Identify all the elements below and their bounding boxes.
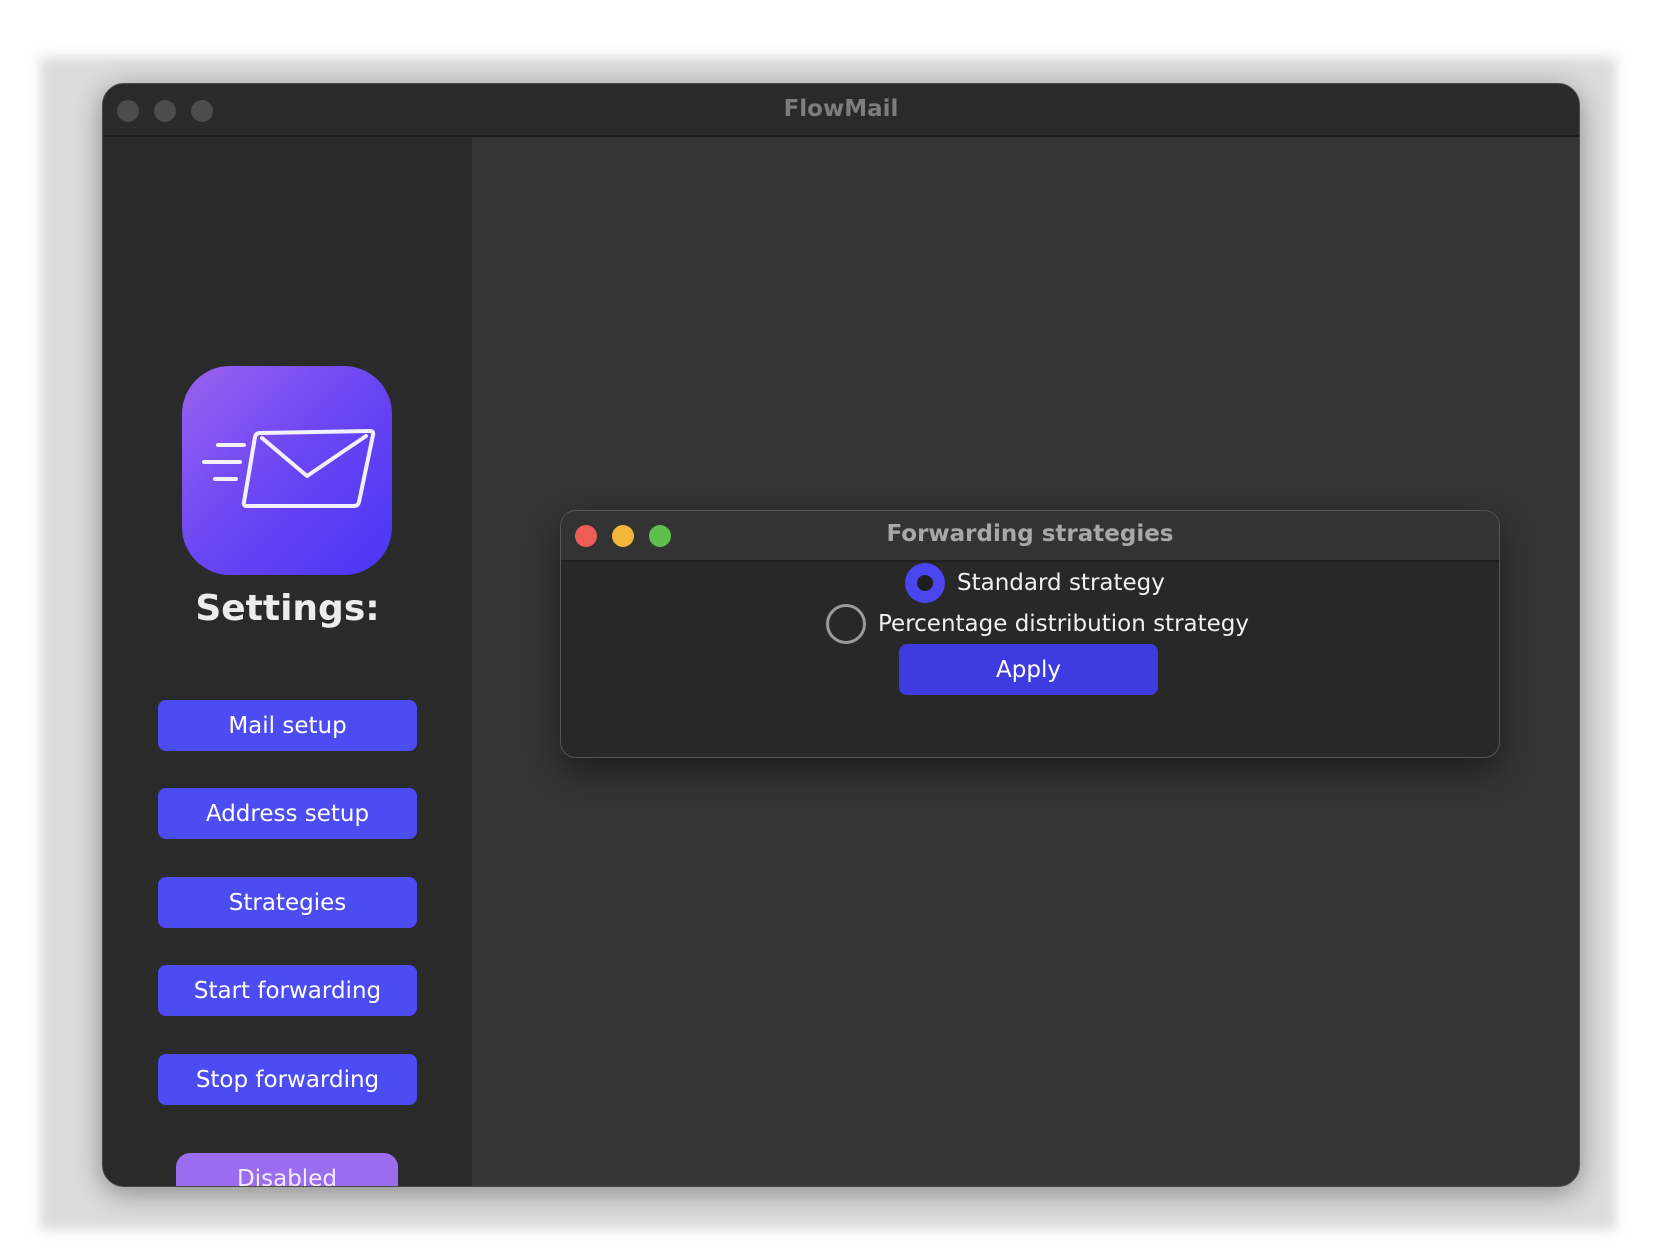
address-setup-button[interactable]: Address setup <box>158 788 417 839</box>
start-forwarding-button[interactable]: Start forwarding <box>158 965 417 1016</box>
mail-setup-button[interactable]: Mail setup <box>158 700 417 751</box>
standard-strategy-label: Standard strategy <box>957 570 1165 596</box>
mail-send-icon <box>182 366 392 575</box>
forwarding-strategies-dialog: Forwarding strategies Standard strategy … <box>560 510 1500 758</box>
settings-heading: Settings: <box>195 588 380 629</box>
radio-unselected-icon[interactable] <box>826 604 866 644</box>
title-bar: FlowMail <box>103 84 1579 137</box>
status-disabled-button[interactable]: Disabled <box>176 1153 398 1186</box>
sidebar: Settings: Mail setup Address setup Strat… <box>103 137 472 1186</box>
percentage-strategy-option[interactable]: Percentage distribution strategy <box>826 604 1249 644</box>
strategies-button[interactable]: Strategies <box>158 877 417 928</box>
apply-button[interactable]: Apply <box>899 644 1158 695</box>
dialog-title-bar: Forwarding strategies <box>561 511 1499 562</box>
percentage-strategy-label: Percentage distribution strategy <box>878 611 1250 637</box>
radio-selected-icon[interactable] <box>905 563 945 603</box>
stop-forwarding-button[interactable]: Stop forwarding <box>158 1054 417 1105</box>
dialog-title: Forwarding strategies <box>886 521 1174 547</box>
window-title: FlowMail <box>783 96 899 122</box>
main-window: FlowMail Settings: Mail setup Address se… <box>102 83 1580 1187</box>
standard-strategy-option[interactable]: Standard strategy <box>905 563 1165 603</box>
